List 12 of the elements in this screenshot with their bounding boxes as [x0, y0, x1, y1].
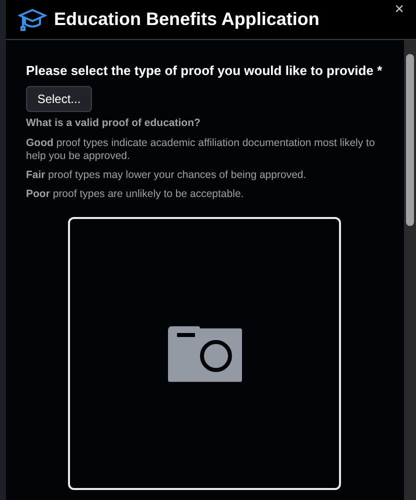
help-text: Fair proof types may lower your chances of being approved.	[26, 169, 308, 182]
help-text: Poor proof types are unlikely to be acceptable.	[26, 188, 245, 202]
camera-icon	[168, 326, 242, 382]
select-button[interactable]: Select...	[26, 86, 92, 112]
help-text: Good proof types indicate academic affiliation documentation most likely to help you be approved.	[26, 137, 376, 164]
photo-upload-area[interactable]	[68, 217, 341, 490]
scrollbar[interactable]	[404, 40, 416, 500]
graduation-cap-icon	[18, 8, 47, 32]
question-label: Please select the type of proof you would like to provide *	[26, 62, 384, 80]
help-title: What is a valid proof of education?	[26, 116, 202, 130]
dialog-title: Education Benefits Application	[54, 8, 320, 31]
close-button[interactable]: ×	[394, 2, 404, 18]
